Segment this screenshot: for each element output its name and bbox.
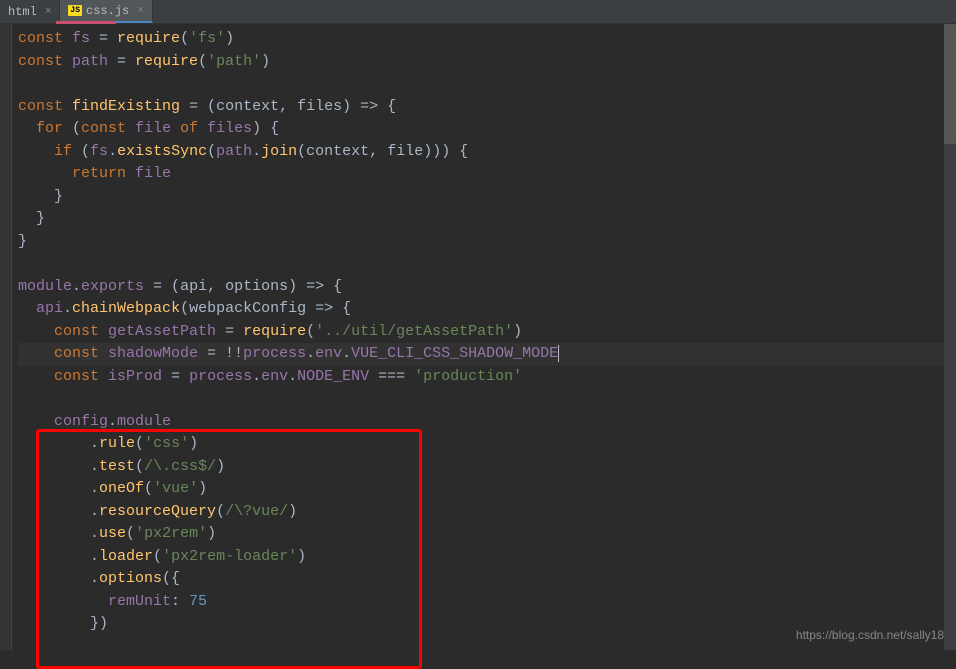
code-line: if (fs.existsSync(path.join(context, fil…	[18, 141, 956, 164]
code-line: for (const file of files) {	[18, 118, 956, 141]
code-line: const getAssetPath = require('../util/ge…	[18, 321, 956, 344]
code-line: .use('px2rem')	[18, 523, 956, 546]
code-line: const isProd = process.env.NODE_ENV === …	[18, 366, 956, 389]
code-line: }	[18, 231, 956, 254]
code-line: }	[18, 208, 956, 231]
code-line: api.chainWebpack(webpackConfig => {	[18, 298, 956, 321]
code-line: .rule('css')	[18, 433, 956, 456]
tab-label: html	[8, 5, 37, 19]
close-icon[interactable]: ×	[45, 6, 52, 18]
scrollbar-thumb[interactable]	[944, 24, 956, 144]
code-content[interactable]: const fs = require('fs') const path = re…	[12, 24, 956, 650]
code-editor[interactable]: const fs = require('fs') const path = re…	[0, 24, 956, 650]
code-line	[18, 253, 956, 276]
text-caret	[558, 345, 559, 362]
vertical-scrollbar[interactable]	[944, 24, 956, 650]
code-line-active: const shadowMode = !!process.env.VUE_CLI…	[18, 343, 956, 366]
code-line: .oneOf('vue')	[18, 478, 956, 501]
code-line: module.exports = (api, options) => {	[18, 276, 956, 299]
tab-cssjs[interactable]: JS css.js ×	[60, 0, 152, 23]
watermark-text: https://blog.csdn.net/sally18	[796, 628, 944, 642]
editor-tabs: html × JS css.js ×	[0, 0, 956, 24]
close-icon[interactable]: ×	[137, 5, 144, 17]
code-line	[18, 73, 956, 96]
code-line: remUnit: 75	[18, 591, 956, 614]
code-line: .test(/\.css$/)	[18, 456, 956, 479]
js-file-icon: JS	[68, 5, 82, 16]
code-line	[18, 388, 956, 411]
code-line: .loader('px2rem-loader')	[18, 546, 956, 569]
code-line: }	[18, 186, 956, 209]
tab-html[interactable]: html ×	[0, 0, 60, 23]
tab-label: css.js	[86, 4, 129, 18]
code-line: return file	[18, 163, 956, 186]
code-line: const findExisting = (context, files) =>…	[18, 96, 956, 119]
code-line: .options({	[18, 568, 956, 591]
code-line: const path = require('path')	[18, 51, 956, 74]
gutter	[0, 24, 12, 650]
code-line: config.module	[18, 411, 956, 434]
code-line: .resourceQuery(/\?vue/)	[18, 501, 956, 524]
code-line: const fs = require('fs')	[18, 28, 956, 51]
